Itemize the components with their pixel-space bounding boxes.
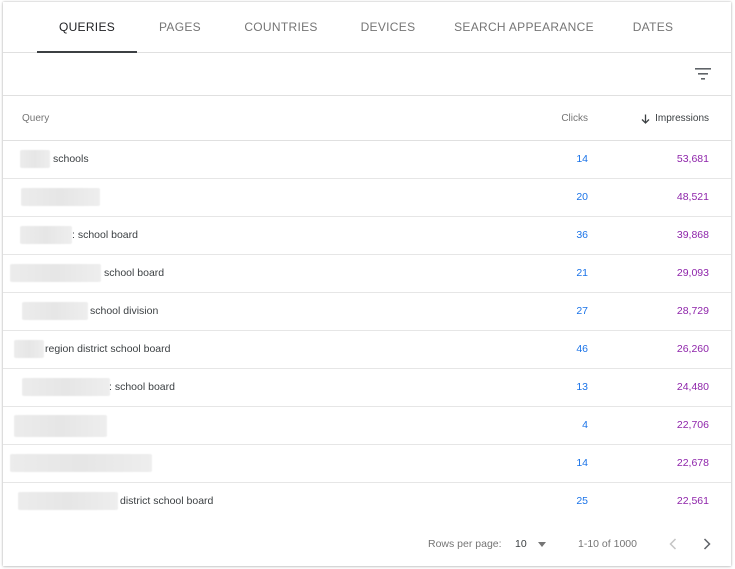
clicks-value: 27 [576,305,588,317]
redacted-text [20,226,72,244]
query-text: region district school board [45,343,171,355]
table-row[interactable]: schools 14 53,681 [3,141,731,179]
redacted-text [14,415,107,437]
tab-queries[interactable]: QUERIES [37,2,137,53]
column-header-query[interactable]: Query [22,113,49,124]
tab-devices[interactable]: DEVICES [347,2,429,52]
table-row[interactable]: : school board 13 24,480 [3,369,731,407]
next-page-button[interactable] [697,534,717,554]
query-text: school board [104,267,165,279]
column-header-impressions-label: Impressions [655,113,709,124]
tab-dates[interactable]: DATES [617,2,689,52]
tab-search-appearance[interactable]: SEARCH APPEARANCE [453,2,595,52]
column-header-clicks[interactable]: Clicks [561,113,588,124]
arrow-downward-icon [641,114,650,124]
previous-page-button[interactable] [663,534,683,554]
impressions-value: 28,729 [676,305,709,317]
table-header: Query Clicks Impressions [3,96,731,141]
performance-table-card: QUERIES PAGES COUNTRIES DEVICES SEARCH A… [3,2,731,566]
clicks-value: 25 [576,495,588,507]
query-text: district school board [120,495,214,507]
redacted-text [14,340,44,358]
clicks-value: 14 [576,153,588,165]
impressions-value: 53,681 [676,153,709,165]
table-row[interactable]: 20 48,521 [3,179,731,217]
chevron-left-icon [669,538,677,550]
redacted-text [22,302,88,320]
table-toolbar [3,53,731,96]
impressions-value: 29,093 [676,267,709,279]
query-text: schools [53,153,89,165]
rows-per-page-select[interactable]: 10 [515,538,527,550]
redacted-text [20,150,50,168]
query-text: : school board [72,229,138,241]
report-tabs: QUERIES PAGES COUNTRIES DEVICES SEARCH A… [3,2,731,53]
impressions-value: 22,561 [676,495,709,507]
clicks-value: 46 [576,343,588,355]
table-row[interactable]: : school board 36 39,868 [3,217,731,255]
table-body: schools 14 53,681 20 48,521 : school boa… [3,141,731,520]
column-header-impressions[interactable]: Impressions [641,113,709,124]
redacted-text [21,188,100,206]
redacted-text [22,378,110,396]
clicks-value: 14 [576,457,588,469]
table-row[interactable]: region district school board 46 26,260 [3,331,731,369]
impressions-value: 26,260 [676,343,709,355]
redacted-text [10,264,101,282]
clicks-value: 13 [576,381,588,393]
impressions-value: 39,868 [676,229,709,241]
table-row[interactable]: 14 22,678 [3,445,731,483]
table-row[interactable]: district school board 25 22,561 [3,483,731,520]
pagination-range: 1-10 of 1000 [578,538,637,550]
impressions-value: 22,706 [676,419,709,431]
pagination-footer: Rows per page: 10 1-10 of 1000 [3,522,731,566]
redacted-text [10,454,152,472]
impressions-value: 24,480 [676,381,709,393]
filter-button[interactable] [689,62,717,86]
chevron-down-icon[interactable] [538,542,546,547]
table-row[interactable]: school division 27 28,729 [3,293,731,331]
chevron-right-icon [703,538,711,550]
clicks-value: 21 [576,267,588,279]
table-row[interactable]: 4 22,706 [3,407,731,445]
tab-countries[interactable]: COUNTRIES [235,2,327,52]
query-text: school division [90,305,159,317]
impressions-value: 48,521 [676,191,709,203]
clicks-value: 4 [582,419,588,431]
query-text: : school board [109,381,175,393]
tab-pages[interactable]: PAGES [143,2,217,52]
clicks-value: 20 [576,191,588,203]
clicks-value: 36 [576,229,588,241]
rows-per-page-label: Rows per page: [428,538,502,550]
filter-list-icon [695,68,711,80]
redacted-text [18,492,118,510]
impressions-value: 22,678 [676,457,709,469]
table-row[interactable]: school board 21 29,093 [3,255,731,293]
